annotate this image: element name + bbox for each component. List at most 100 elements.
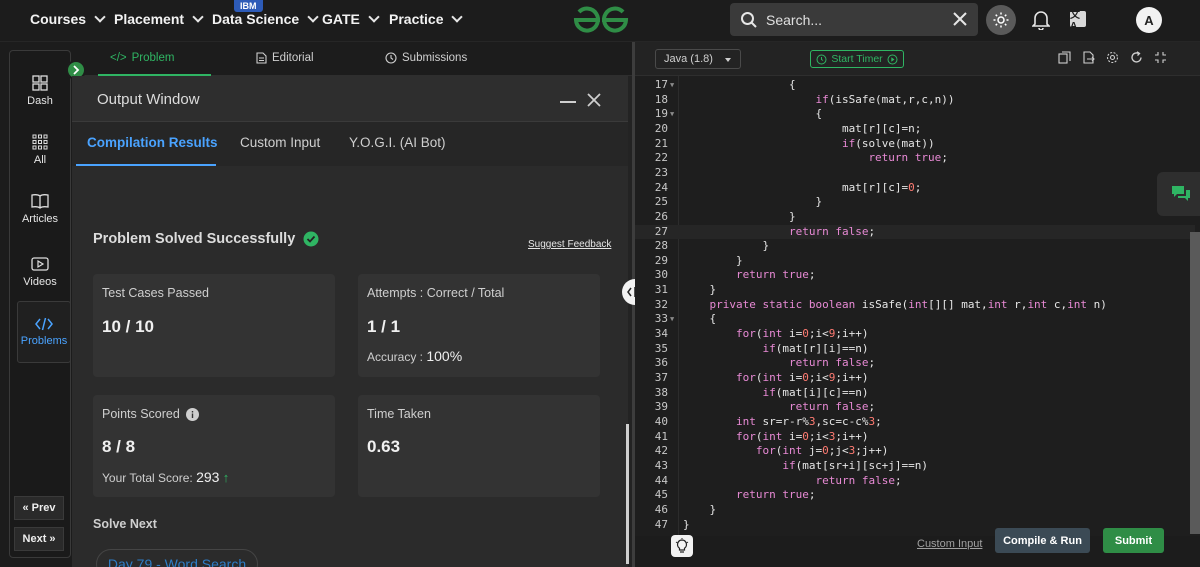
left-sidebar: Dash All Articles Videos Problems « Prev…	[0, 42, 72, 567]
lightbulb-icon[interactable]	[671, 535, 693, 557]
tab-submissions[interactable]: Submissions	[385, 52, 467, 64]
fold-chevron-icon[interactable]: ▼	[670, 78, 674, 93]
nav-placement[interactable]: Placement	[114, 10, 204, 27]
code-line[interactable]: 20 mat[r][c]=n;	[635, 122, 1195, 137]
code-line[interactable]: 27 return false;	[635, 224, 1195, 240]
custom-input-link[interactable]: Custom Input	[917, 538, 982, 550]
close-icon[interactable]	[586, 92, 602, 108]
code-line[interactable]: 29 }	[635, 254, 1195, 269]
start-timer-button[interactable]: Start Timer	[810, 50, 904, 68]
chevron-down-icon	[94, 10, 106, 23]
code-text: private static boolean isSafe(int[][] ma…	[709, 297, 1107, 311]
active-tab-underline	[76, 164, 216, 166]
suggest-feedback-link[interactable]: Suggest Feedback	[528, 239, 611, 250]
code-line[interactable]: 38 if(mat[i][c]==n)	[635, 386, 1195, 401]
sidebar-item-dash[interactable]: Dash	[10, 61, 70, 121]
code-line[interactable]: 17 ▼ {	[635, 78, 1195, 93]
line-number: 41	[654, 429, 668, 443]
next-button[interactable]: Next »	[14, 527, 64, 551]
line-number: 25	[654, 195, 668, 209]
compile-run-button[interactable]: Compile & Run	[995, 528, 1090, 553]
code-line[interactable]: 36 return false;	[635, 356, 1195, 371]
chat-button[interactable]	[1157, 172, 1200, 216]
code-line[interactable]: 44 return false;	[635, 474, 1195, 489]
tab-yogi-ai-bot[interactable]: Y.O.G.I. (AI Bot)	[349, 135, 446, 150]
sidebar-item-problems[interactable]: Problems	[17, 301, 71, 363]
tab-problem[interactable]: </> Problem	[110, 52, 174, 64]
code-line[interactable]: 18 if(isSafe(mat,r,c,n))	[635, 93, 1195, 108]
tab-editorial-label: Editorial	[272, 52, 314, 64]
code-line[interactable]: 24 mat[r][c]=0;	[635, 181, 1195, 196]
nav-courses[interactable]: Courses	[30, 10, 106, 27]
code-line[interactable]: 40 int sr=r-r%3,sc=c-c%3;	[635, 415, 1195, 430]
grid-icon	[32, 134, 48, 150]
line-number: 23	[654, 165, 668, 179]
editor-toolbar: Java (1.8) Start Timer	[635, 42, 1200, 76]
nav-data-science[interactable]: Data Science	[212, 10, 319, 27]
code-text: for(int j=0;j<3;j++)	[755, 444, 889, 458]
code-line[interactable]: 32 private static boolean isSafe(int[][]…	[635, 298, 1195, 313]
code-line[interactable]: 23	[635, 166, 1195, 181]
code-text: if(mat[sr+i][sc+j]==n)	[782, 458, 929, 472]
tab-custom-input[interactable]: Custom Input	[240, 135, 320, 150]
code-line[interactable]: 21 if(solve(mat))	[635, 137, 1195, 152]
code-line[interactable]: 42 for(int j=0;j<3;j++)	[635, 444, 1195, 459]
close-icon[interactable]	[952, 11, 968, 27]
file-export-icon[interactable]	[1082, 51, 1095, 64]
nav-gate[interactable]: GATE	[322, 10, 380, 27]
code-line[interactable]: 43 if(mat[sr+i][sc+j]==n)	[635, 459, 1195, 474]
output-window-title: Output Window	[97, 91, 200, 108]
avatar[interactable]: A	[1136, 7, 1162, 33]
scrollbar-thumb[interactable]	[626, 424, 629, 564]
line-number: 24	[654, 180, 668, 194]
reset-icon[interactable]	[1130, 51, 1143, 64]
fullscreen-icon[interactable]	[1154, 51, 1167, 64]
fold-chevron-icon[interactable]: ▼	[670, 312, 674, 327]
gfg-logo[interactable]	[572, 4, 630, 36]
theme-toggle-button[interactable]	[986, 5, 1016, 35]
language-select[interactable]: Java (1.8)	[655, 49, 741, 69]
line-number: 21	[654, 136, 668, 150]
sidebar-item-articles[interactable]: Articles	[10, 179, 70, 239]
code-line[interactable]: 37 for(int i=0;i<9;i++)	[635, 371, 1195, 386]
line-number: 39	[654, 400, 668, 414]
search-bar[interactable]	[730, 3, 978, 36]
sidebar-item-label: Articles	[21, 213, 59, 225]
code-text: return true;	[868, 151, 948, 165]
code-line[interactable]: 31 }	[635, 283, 1195, 298]
submit-button[interactable]: Submit	[1103, 528, 1164, 553]
sidebar-item-videos[interactable]: Videos	[10, 242, 70, 302]
code-line[interactable]: 22 return true;	[635, 151, 1195, 166]
code-line[interactable]: 34 for(int i=0;i<9;i++)	[635, 327, 1195, 342]
code-line[interactable]: 35 if(mat[r][i]==n)	[635, 342, 1195, 357]
next-label: Next	[22, 533, 47, 545]
code-line[interactable]: 26 }	[635, 210, 1195, 225]
copy-icon[interactable]	[1058, 51, 1071, 64]
editor-scrollbar[interactable]	[1190, 232, 1200, 534]
fold-chevron-icon[interactable]: ▼	[670, 107, 674, 122]
tab-editorial[interactable]: Editorial	[256, 52, 314, 64]
code-line[interactable]: 28 }	[635, 239, 1195, 254]
bell-icon[interactable]	[1032, 10, 1050, 30]
next-problem-link[interactable]: Day 79 - Word Search	[96, 549, 258, 567]
minimize-icon[interactable]	[560, 101, 576, 103]
settings-gear-icon[interactable]	[1106, 51, 1119, 64]
code-line[interactable]: 33 ▼ {	[635, 312, 1195, 327]
code-line[interactable]: 45 return true;	[635, 488, 1195, 503]
prev-button[interactable]: « Prev	[14, 496, 64, 520]
search-input[interactable]	[766, 11, 936, 28]
tab-compilation-results[interactable]: Compilation Results	[87, 135, 218, 150]
code-line[interactable]: 41 for(int i=0;i<3;i++)	[635, 430, 1195, 445]
code-line[interactable]: 30 return true;	[635, 268, 1195, 283]
code-line[interactable]: 19 ▼ {	[635, 107, 1195, 122]
line-number: 44	[654, 473, 668, 487]
code-line[interactable]: 46 }	[635, 503, 1195, 518]
sidebar-item-label: Videos	[23, 276, 57, 288]
info-icon[interactable]	[185, 407, 199, 421]
sidebar-item-all[interactable]: All	[10, 120, 70, 180]
translate-icon[interactable]: 文A	[1070, 10, 1086, 32]
code-line[interactable]: 25 }	[635, 195, 1195, 210]
code-area[interactable]: 17 ▼ {18 if(isSafe(mat,r,c,n)) 19 ▼ {20 mat…	[635, 76, 1200, 536]
nav-practice[interactable]: Practice	[389, 10, 464, 27]
code-line[interactable]: 39 return false;	[635, 400, 1195, 415]
